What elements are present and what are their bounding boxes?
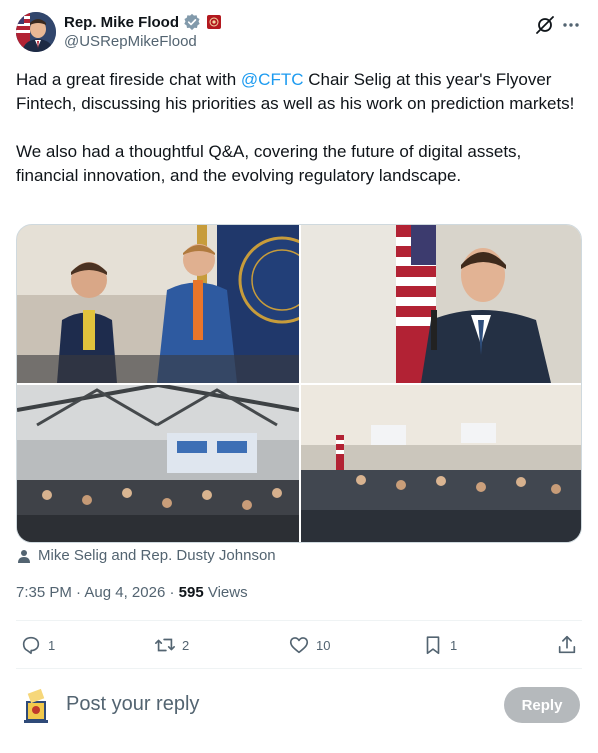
tagged-users[interactable]: Mike Selig and Rep. Dusty Johnson	[16, 547, 276, 564]
bookmark-button[interactable]: 1	[422, 634, 457, 656]
bookmark-icon	[426, 636, 440, 655]
like-count: 10	[316, 637, 331, 653]
user-avatar-icon[interactable]	[18, 687, 54, 723]
repost-icon	[155, 638, 175, 652]
photo-fireside-chat[interactable]	[17, 225, 299, 383]
bookmark-count: 1	[450, 637, 458, 653]
reply-count: 1	[48, 637, 56, 653]
more-icon[interactable]	[560, 14, 582, 36]
media-grid	[16, 224, 582, 543]
grok-icon[interactable]	[534, 14, 556, 36]
like-button[interactable]: 10	[288, 634, 330, 656]
reply-icon	[22, 636, 40, 655]
author-name[interactable]: Rep. Mike Flood	[64, 14, 179, 31]
us-house-seal-icon[interactable]	[207, 15, 222, 29]
post-paragraph-1: Had a great fireside chat with @CFTC Cha…	[16, 68, 582, 116]
post-paragraph-2: We also had a thoughtful Q&A, covering t…	[16, 142, 522, 185]
post-header: Rep. Mike Flood @USRepMikeFlood	[16, 12, 582, 52]
post-date[interactable]: Aug 4, 2026	[84, 584, 165, 601]
meta-separator: ·	[165, 584, 179, 601]
reply-input[interactable]: Post your reply	[66, 693, 199, 716]
author-handle[interactable]: @USRepMikeFlood	[64, 33, 197, 50]
mention-link[interactable]: @CFTC	[241, 70, 304, 89]
divider	[16, 668, 582, 669]
verified-badge-icon	[183, 13, 201, 31]
heart-icon	[289, 637, 309, 654]
meta-separator: ·	[71, 584, 85, 601]
post-text: Had a great fireside chat with @CFTC Cha…	[16, 68, 582, 188]
views-label: Views	[203, 584, 248, 601]
share-icon	[558, 635, 576, 654]
person-icon	[18, 549, 30, 563]
reply-submit-button[interactable]: Reply	[504, 687, 580, 723]
photo-chair-speaking[interactable]	[301, 225, 581, 383]
repost-button[interactable]: 2	[154, 634, 189, 656]
views-count: 595	[178, 584, 204, 601]
post-meta: 7:35 PM · Aug 4, 2026 · 595 Views	[16, 584, 248, 601]
post-time[interactable]: 7:35 PM	[16, 584, 72, 601]
reply-composer: Post your reply Reply	[16, 681, 582, 729]
photo-audience-hall[interactable]	[17, 385, 299, 542]
photo-conference-room[interactable]	[301, 385, 581, 542]
post-text-segment: Had a great fireside chat with	[16, 70, 241, 89]
share-button[interactable]	[556, 634, 578, 656]
tagged-users-text: Mike Selig and Rep. Dusty Johnson	[38, 547, 276, 564]
action-bar: 1 2 10 1	[16, 621, 582, 668]
repost-count: 2	[182, 637, 190, 653]
author-avatar[interactable]	[16, 12, 56, 52]
reply-button[interactable]: 1	[20, 634, 55, 656]
